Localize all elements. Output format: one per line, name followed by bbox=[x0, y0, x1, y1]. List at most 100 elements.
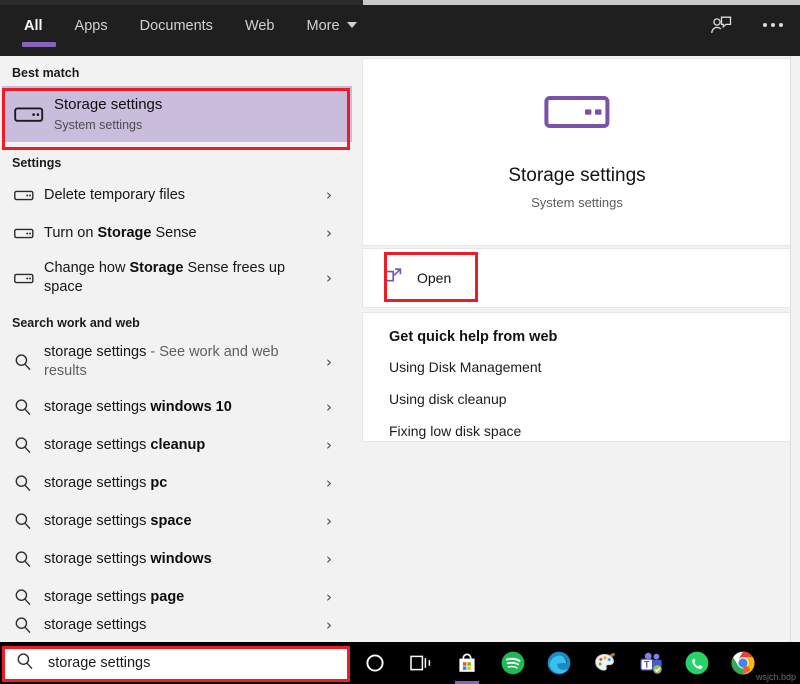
best-match-text: Storage settings System settings bbox=[54, 95, 162, 134]
microsoft-store-icon[interactable] bbox=[452, 648, 482, 684]
ellipsis-dots bbox=[763, 23, 783, 27]
search-icon bbox=[14, 616, 40, 634]
cortana-icon[interactable] bbox=[360, 648, 390, 678]
taskbar-icons: T bbox=[360, 642, 758, 684]
taskbar: storage settings T wsjch.bdp bbox=[0, 642, 800, 684]
results-list: Best match Storage settings System setti… bbox=[0, 56, 358, 642]
best-match-heading: Best match bbox=[12, 66, 80, 80]
preview-subtitle: System settings bbox=[531, 195, 623, 210]
search-input[interactable]: storage settings bbox=[4, 647, 348, 679]
tab-more-label: More bbox=[306, 18, 340, 34]
tab-documents-label: Documents bbox=[139, 18, 213, 34]
preview-title: Storage settings bbox=[508, 165, 646, 186]
settings-heading: Settings bbox=[12, 156, 62, 170]
settings-row-label: Change how Storage Sense frees up space bbox=[44, 260, 286, 295]
chevron-right-icon: › bbox=[326, 550, 332, 568]
settings-row-label: Delete temporary files bbox=[44, 186, 186, 203]
search-icon bbox=[14, 550, 40, 568]
quick-help-heading: Get quick help from web bbox=[389, 329, 558, 345]
help-link-fixing-low-disk-space[interactable]: Fixing low disk space bbox=[389, 423, 791, 439]
web-row-windows[interactable]: storage settings windows › bbox=[0, 540, 358, 578]
window-top-edge bbox=[0, 0, 800, 5]
web-row-label: storage settings cleanup bbox=[44, 436, 206, 453]
settings-row-label: Turn on Storage Sense bbox=[44, 224, 197, 241]
quick-help-card: Get quick help from web Using Disk Manag… bbox=[362, 312, 792, 442]
search-icon bbox=[16, 652, 34, 675]
tab-all[interactable]: All bbox=[8, 8, 59, 47]
best-match-item[interactable]: Storage settings System settings bbox=[2, 86, 352, 142]
spotify-icon[interactable] bbox=[498, 648, 528, 678]
help-link-using-disk-management[interactable]: Using Disk Management bbox=[389, 359, 791, 375]
settings-row-turn-on-storage-sense[interactable]: Turn on Storage Sense › bbox=[0, 214, 358, 252]
web-search-heading: Search work and web bbox=[12, 316, 140, 330]
web-row-windows-10[interactable]: storage settings windows 10 › bbox=[0, 388, 358, 426]
chevron-right-icon: › bbox=[326, 474, 332, 492]
windows-search-screen: All Apps Documents Web More Best match S… bbox=[0, 0, 800, 684]
ellipsis-icon[interactable] bbox=[760, 12, 786, 38]
web-row-label: storage settings pc bbox=[44, 474, 168, 491]
web-row-label: storage settings bbox=[44, 616, 147, 633]
chevron-right-icon: › bbox=[326, 186, 332, 204]
help-link-using-disk-cleanup[interactable]: Using disk cleanup bbox=[389, 391, 791, 407]
drive-icon-large bbox=[544, 94, 610, 135]
best-match-subtitle: System settings bbox=[54, 117, 143, 132]
web-row-page[interactable]: storage settings page › bbox=[0, 578, 358, 616]
settings-row-change-how-storage-sense-frees-up-space[interactable]: Change how Storage Sense frees up space … bbox=[0, 252, 358, 304]
web-row-label: storage settings windows bbox=[44, 550, 212, 567]
search-icon bbox=[14, 512, 40, 530]
chevron-down-icon bbox=[346, 22, 357, 28]
microsoft-teams-icon[interactable]: T bbox=[636, 648, 666, 678]
web-row-label: storage settings windows 10 bbox=[44, 398, 232, 415]
drive-icon bbox=[14, 105, 54, 124]
chevron-right-icon: › bbox=[326, 269, 332, 287]
chevron-right-icon: › bbox=[326, 512, 332, 530]
search-body: Best match Storage settings System setti… bbox=[0, 56, 800, 642]
web-row-label: storage settings space bbox=[44, 512, 192, 529]
tab-apps[interactable]: Apps bbox=[59, 8, 124, 37]
tab-all-label: All bbox=[24, 18, 43, 34]
search-icon bbox=[14, 474, 40, 492]
best-match-title: Storage settings bbox=[54, 95, 163, 113]
panel-right-edge bbox=[790, 56, 800, 642]
feedback-person-icon[interactable] bbox=[708, 12, 734, 38]
web-row-label: storage settings page bbox=[44, 588, 185, 605]
web-row-label: storage settings - See work and web resu… bbox=[44, 344, 279, 379]
paint-icon[interactable] bbox=[590, 648, 620, 678]
svg-text:T: T bbox=[644, 659, 650, 669]
drive-icon bbox=[14, 189, 40, 202]
drive-icon bbox=[14, 272, 40, 285]
search-filter-tabs: All Apps Documents Web More bbox=[8, 8, 373, 56]
search-icon bbox=[14, 398, 40, 416]
header-actions bbox=[708, 12, 786, 38]
open-button[interactable]: Open bbox=[369, 255, 479, 301]
chevron-right-icon: › bbox=[326, 616, 332, 634]
tab-documents[interactable]: Documents bbox=[124, 8, 229, 37]
preview-pane: Storage settings System settings Open Ge… bbox=[358, 56, 800, 642]
search-icon bbox=[14, 436, 40, 454]
settings-row-delete-temporary-files[interactable]: Delete temporary files › bbox=[0, 176, 358, 214]
microsoft-edge-icon[interactable] bbox=[544, 648, 574, 678]
web-row-cleanup[interactable]: storage settings cleanup › bbox=[0, 426, 358, 464]
task-view-icon[interactable] bbox=[406, 648, 436, 678]
search-input-value: storage settings bbox=[48, 655, 151, 671]
google-chrome-icon[interactable] bbox=[728, 648, 758, 678]
chevron-right-icon: › bbox=[326, 398, 332, 416]
tab-web-label: Web bbox=[244, 18, 275, 34]
web-row-pc[interactable]: storage settings pc › bbox=[0, 464, 358, 502]
web-row-partial-cutoff[interactable]: storage settings › bbox=[0, 616, 358, 634]
chevron-right-icon: › bbox=[326, 436, 332, 454]
chevron-right-icon: › bbox=[326, 588, 332, 606]
tab-apps-label: Apps bbox=[74, 18, 108, 34]
web-row-see-work-and-web-results[interactable]: storage settings - See work and web resu… bbox=[0, 336, 358, 388]
app-preview-card: Storage settings System settings bbox=[362, 58, 792, 246]
whatsapp-icon[interactable] bbox=[682, 648, 712, 678]
search-icon bbox=[14, 353, 40, 371]
open-button-label: Open bbox=[417, 270, 452, 286]
chevron-right-icon: › bbox=[326, 224, 332, 242]
best-match-wrapper: Storage settings System settings bbox=[2, 86, 352, 142]
search-header: All Apps Documents Web More bbox=[0, 0, 800, 56]
web-row-space[interactable]: storage settings space › bbox=[0, 502, 358, 540]
tab-web[interactable]: Web bbox=[229, 8, 291, 37]
chevron-right-icon: › bbox=[326, 353, 332, 371]
tab-more[interactable]: More bbox=[291, 8, 373, 37]
